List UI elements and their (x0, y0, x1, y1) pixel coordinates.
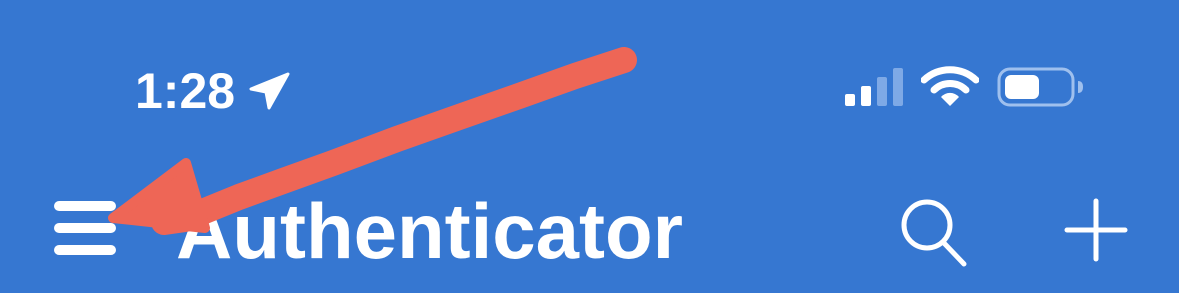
menu-button[interactable] (45, 190, 125, 266)
add-account-button[interactable] (1050, 190, 1140, 274)
navigation-bar: Authenticator (0, 140, 1179, 293)
hamburger-menu-icon[interactable] (54, 201, 116, 255)
search-icon[interactable] (900, 198, 968, 268)
page-title: Authenticator (176, 187, 683, 275)
search-button[interactable] (888, 190, 978, 274)
location-arrow-icon (249, 72, 290, 110)
cellular-signal-icon (845, 68, 903, 106)
app-header: 1:28 Authenticator (0, 0, 1179, 293)
plus-icon[interactable] (1064, 198, 1128, 262)
status-time: 1:28 (135, 63, 236, 119)
battery-icon (997, 67, 1083, 107)
status-bar: 1:28 (0, 0, 1179, 130)
wifi-icon (921, 66, 979, 106)
